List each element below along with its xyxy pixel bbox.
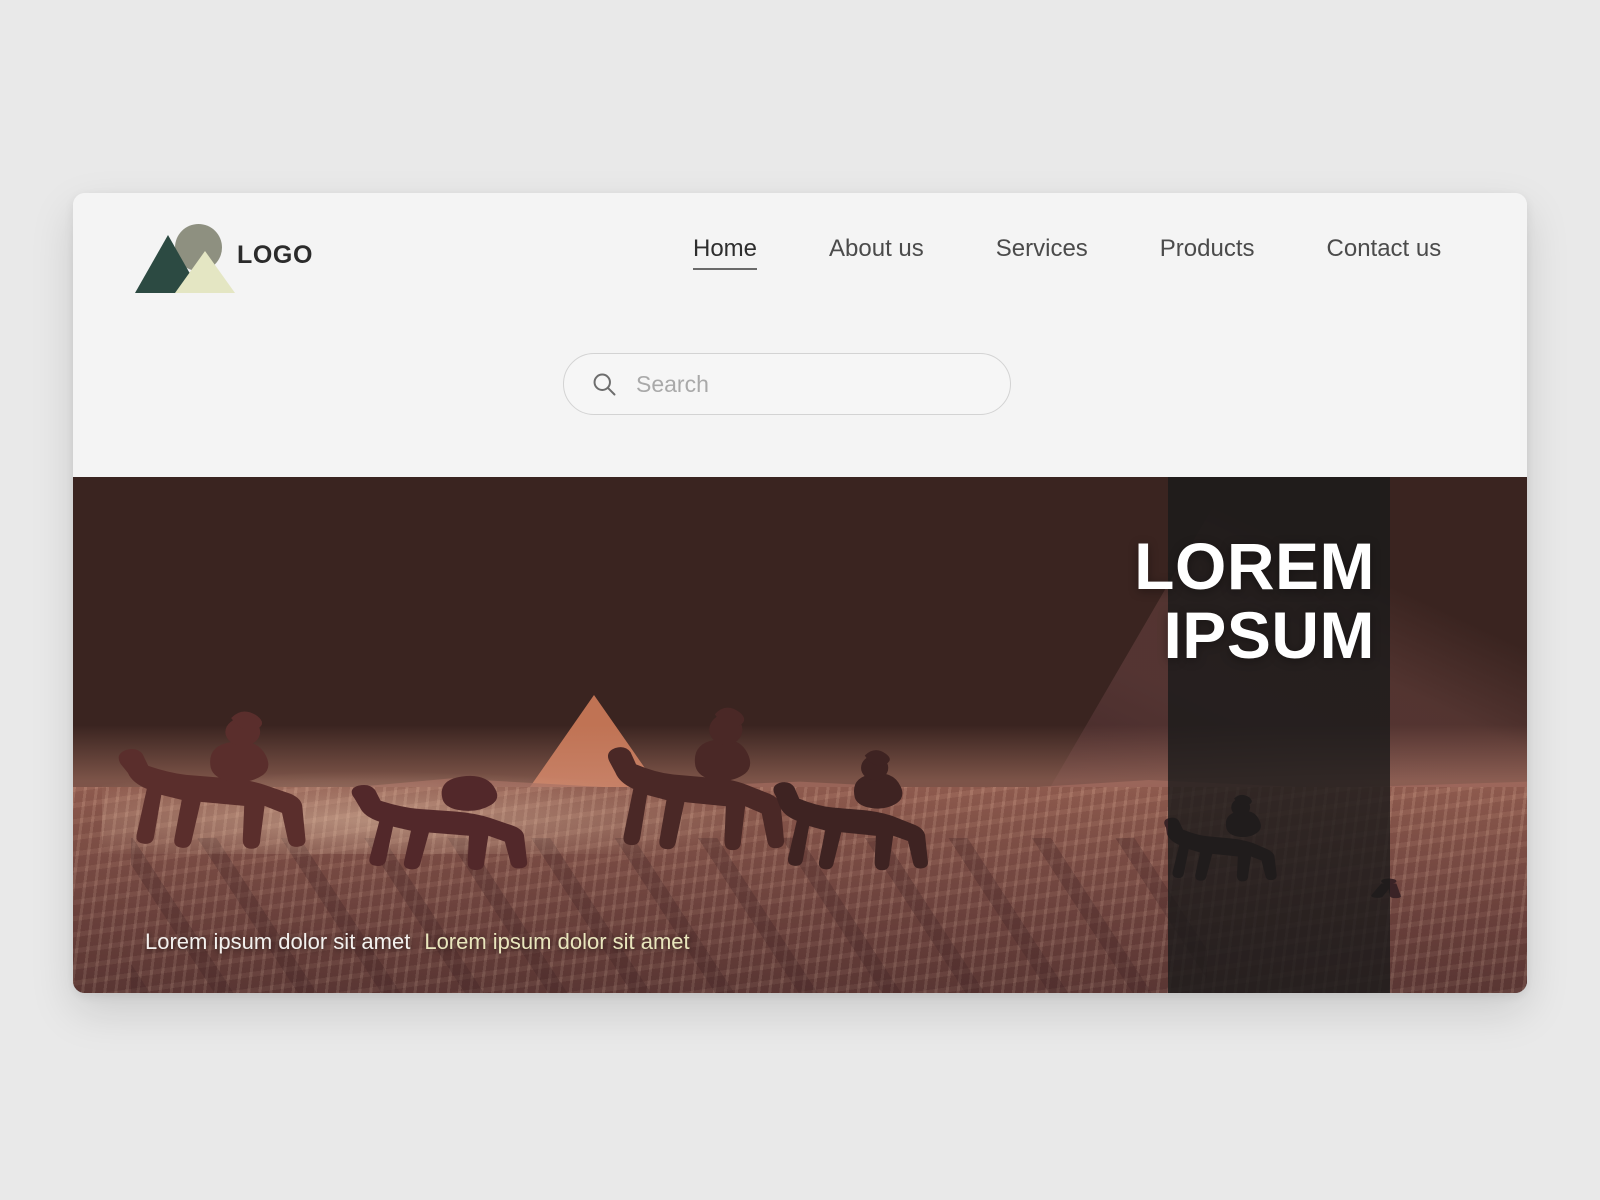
nav-item-products[interactable]: Products [1160, 235, 1255, 270]
hero-caption-secondary: Lorem ipsum dolor sit amet [424, 929, 690, 954]
hero-captions: Lorem ipsum dolor sit amet Lorem ipsum d… [145, 929, 690, 955]
nav-item-about-us[interactable]: About us [829, 235, 924, 270]
logo-light-triangle-shape [175, 251, 235, 293]
logo[interactable]: LOGO [135, 217, 313, 293]
main-navigation: Home About us Services Products Contact … [693, 235, 1441, 270]
search-input[interactable] [636, 370, 984, 398]
search-icon [593, 373, 616, 396]
mountain-circle-logo-icon [135, 217, 235, 293]
camel-with-rider-3 [756, 729, 1003, 905]
hero-title: LOREM IPSUM [1134, 532, 1375, 669]
hero-title-line-2: IPSUM [1163, 597, 1375, 672]
page-root: LOGO Home About us Services Products Con… [0, 0, 1600, 1200]
nav-item-services[interactable]: Services [996, 235, 1088, 270]
hero-banner: LOREM IPSUM Lorem ipsum dolor sit amet L… [73, 477, 1527, 993]
nav-item-home[interactable]: Home [693, 235, 758, 270]
search-bar[interactable] [563, 353, 1011, 415]
hero-caption-primary: Lorem ipsum dolor sit amet [145, 929, 411, 954]
website-card: LOGO Home About us Services Products Con… [73, 193, 1527, 993]
site-header: LOGO Home About us Services Products Con… [73, 193, 1527, 477]
hero-title-line-1: LOREM [1134, 529, 1375, 603]
camel-2 [335, 738, 611, 905]
logo-text: LOGO [237, 240, 314, 269]
nav-item-contact-us[interactable]: Contact us [1327, 235, 1442, 270]
